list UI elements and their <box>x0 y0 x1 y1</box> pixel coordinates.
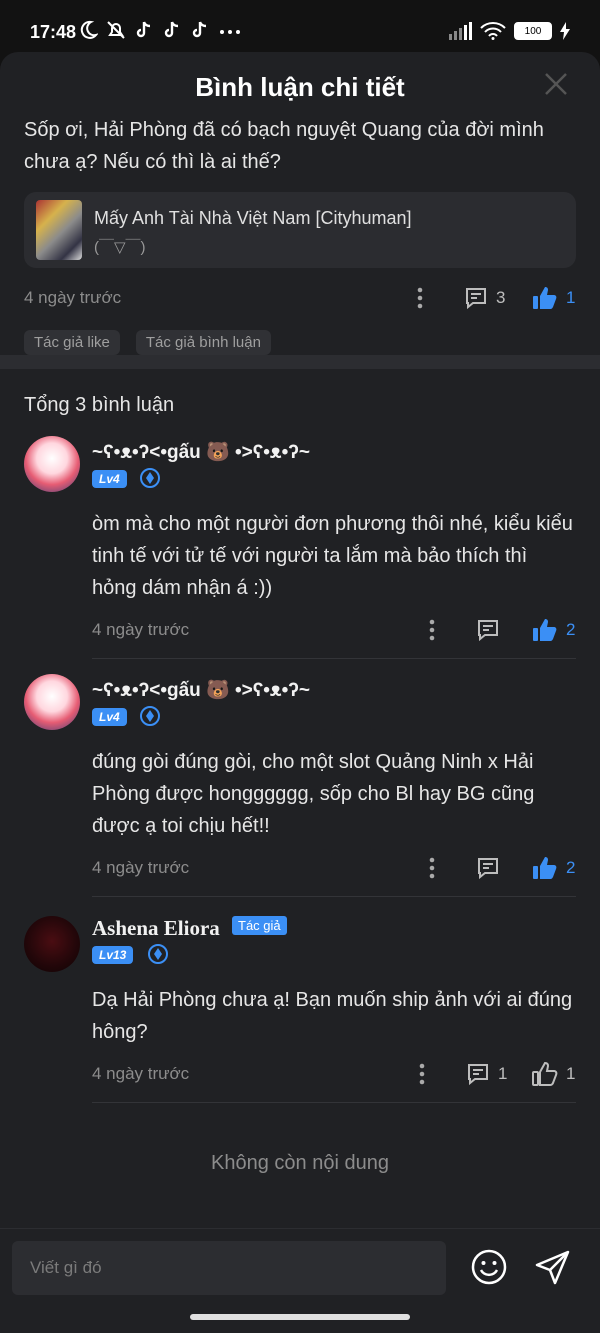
status-time: 17:48 <box>30 22 77 42</box>
moon-icon <box>80 20 98 39</box>
like-count: 2 <box>566 620 576 639</box>
reply-text: đúng gòi đúng gòi, cho một slot Quảng Ni… <box>92 751 535 837</box>
username[interactable]: Ashena Eliora <box>92 916 220 941</box>
reply-meta: 4 ngày trước 2 <box>92 612 576 652</box>
like-count: 1 <box>566 288 576 307</box>
level-badge: Lv4 <box>92 470 127 488</box>
reply-meta: 4 ngày trước 2 <box>92 850 576 890</box>
story-card[interactable]: Mấy Anh Tài Nhà Việt Nam [Cityhuman] (￣▽… <box>24 192 576 268</box>
username[interactable]: ~ʕ•ᴥ•ʔ<•gấu 🐻 •>ʕ•ᴥ•ʔ~ <box>92 678 310 702</box>
comment-icon <box>478 858 498 880</box>
divider <box>92 896 576 897</box>
end-of-content: Không còn nội dung <box>211 1152 389 1174</box>
divider <box>92 1102 576 1103</box>
avatar[interactable] <box>24 674 80 730</box>
reply-button[interactable]: 3 <box>464 286 505 310</box>
comment-icon <box>478 620 498 642</box>
reply-time: 4 ngày trước <box>92 620 190 639</box>
comment-icon <box>468 1064 488 1086</box>
comment-icon <box>466 288 486 310</box>
sheet-header: Bình luận chi tiết <box>0 52 600 122</box>
more-vertical-icon[interactable] <box>418 1062 426 1086</box>
tiktok-icon <box>164 21 179 38</box>
wifi-icon <box>480 22 506 40</box>
reply-text: Dạ Hải Phòng chưa ạ! Bạn muốn ship ảnh v… <box>92 989 573 1043</box>
total-comments: Tổng 3 bình luận <box>24 394 175 416</box>
reply-meta: 4 ngày trước 1 1 <box>92 1056 576 1096</box>
status-right: 100 <box>448 22 570 40</box>
signal-icon <box>449 22 472 40</box>
more-vertical-icon[interactable] <box>416 286 424 310</box>
author-badge: Tác giả <box>232 916 287 935</box>
comment-input[interactable] <box>12 1241 446 1295</box>
like-button[interactable]: 1 <box>532 286 575 310</box>
status-icons <box>78 20 242 40</box>
reply-button[interactable]: 1 <box>466 1062 507 1086</box>
thumbs-up-filled-icon <box>533 287 557 309</box>
send-icon[interactable] <box>534 1248 572 1286</box>
story-title: Mấy Anh Tài Nhà Việt Nam [Cityhuman] <box>94 208 412 228</box>
reply-button[interactable] <box>476 618 500 642</box>
level-badge: Lv13 <box>92 946 134 964</box>
reply-time: 4 ngày trước <box>92 1064 190 1083</box>
like-button[interactable]: 2 <box>532 856 575 880</box>
battery-indicator: 100 <box>514 22 552 40</box>
thumbs-up-filled-icon <box>533 857 557 879</box>
home-indicator <box>190 1314 410 1320</box>
like-count: 1 <box>566 1064 576 1083</box>
reply-text: òm mà cho một người đơn phương thôi nhé,… <box>92 513 573 599</box>
post-tags: Tác giả like Tác giả bình luận <box>24 330 576 355</box>
tiktok-icon <box>136 21 151 38</box>
story-cover-image <box>36 200 82 260</box>
more-vertical-icon[interactable] <box>428 856 436 880</box>
avatar[interactable] <box>24 436 80 492</box>
username[interactable]: ~ʕ•ᴥ•ʔ<•gấu 🐻 •>ʕ•ᴥ•ʔ~ <box>92 440 310 464</box>
like-count: 2 <box>566 858 576 877</box>
section-divider <box>0 355 600 369</box>
reply-count: 3 <box>496 288 506 307</box>
like-button[interactable]: 2 <box>532 618 575 642</box>
composer-divider <box>0 1228 600 1229</box>
reply-button[interactable] <box>476 856 500 880</box>
story-subtitle: (￣▽￣) <box>94 239 146 256</box>
thumbs-up-outline-icon <box>532 1062 558 1086</box>
reply-count: 1 <box>498 1064 508 1083</box>
reply-time: 4 ngày trước <box>92 858 190 877</box>
status-bar: 17:48 100 <box>0 0 600 52</box>
thumbs-up-filled-icon <box>533 619 557 641</box>
more-vertical-icon[interactable] <box>428 618 436 642</box>
level-badge: Lv4 <box>92 708 127 726</box>
post-text: Sốp ơi, Hải Phòng đã có bạch nguyệt Quan… <box>24 119 544 173</box>
close-icon[interactable] <box>542 70 570 98</box>
avatar[interactable] <box>24 916 80 972</box>
emoji-icon[interactable] <box>470 1248 508 1286</box>
medal-icon <box>148 944 168 964</box>
comment-detail-sheet: Bình luận chi tiết Sốp ơi, Hải Phòng đã … <box>0 52 600 1333</box>
medal-icon <box>140 468 160 488</box>
tiktok-icon <box>192 21 207 38</box>
like-button[interactable]: 1 <box>532 1062 575 1086</box>
bell-off-icon <box>107 21 125 39</box>
more-icon <box>220 30 240 34</box>
divider <box>92 658 576 659</box>
tag-author-liked: Tác giả like <box>24 330 120 355</box>
medal-icon <box>140 706 160 726</box>
original-comment: Sốp ơi, Hải Phòng đã có bạch nguyệt Quan… <box>24 114 576 355</box>
tag-author-commented: Tác giả bình luận <box>135 330 271 355</box>
post-meta: 4 ngày trước 3 1 <box>24 268 576 322</box>
charging-icon <box>560 22 570 40</box>
post-time: 4 ngày trước <box>24 288 122 307</box>
sheet-title: Bình luận chi tiết <box>195 72 405 102</box>
